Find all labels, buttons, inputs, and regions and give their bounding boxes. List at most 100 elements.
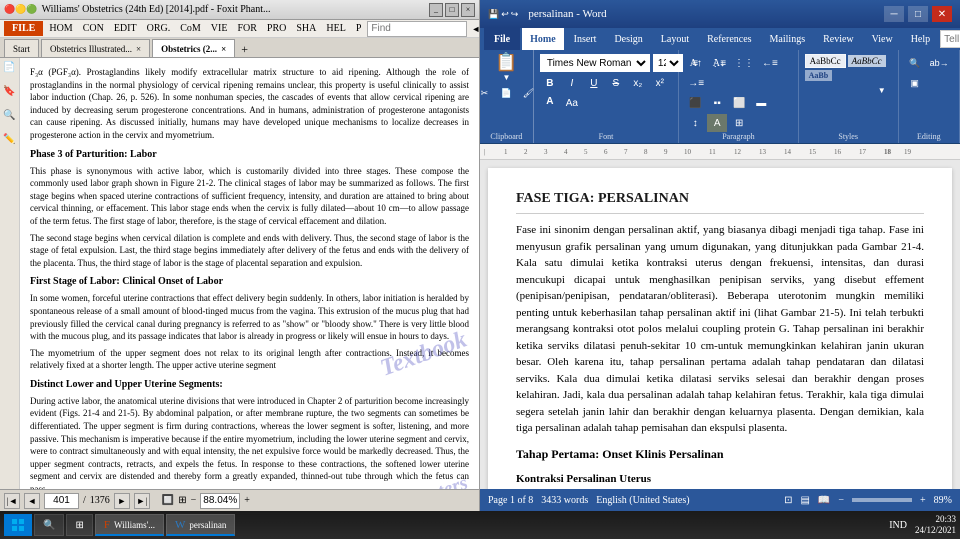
ribbon-view-tab[interactable]: View [864,28,901,50]
pdf-nav-prev[interactable]: ◄ [24,493,40,509]
taskbar-search[interactable]: 🔍 [34,514,64,536]
bullets-button[interactable]: ≡ [685,54,705,72]
align-right-btn[interactable]: ⬜ [729,94,749,112]
pdf-nav-first[interactable]: |◄ [4,493,20,509]
pdf-tab-obstetrics1-close[interactable]: × [136,44,141,54]
numbering-button[interactable]: ⋮≡ [707,54,729,72]
bold-button[interactable]: B [540,74,560,92]
highlight-btn[interactable]: Aa [562,94,582,112]
italic-button[interactable]: I [562,74,582,92]
shading-btn[interactable]: A [707,114,727,132]
underline-button[interactable]: U [584,74,604,92]
ribbon-insert-tab[interactable]: Insert [566,28,605,50]
pdf-menu-edit[interactable]: EDIT [110,23,141,34]
pdf-menu-con[interactable]: CON [79,23,108,34]
copy-button[interactable]: 📄 [496,84,516,102]
word-zoom-out-btn[interactable]: − [838,495,844,506]
pdf-menu-org[interactable]: ORG. [143,23,175,34]
tell-me-input[interactable] [940,30,960,48]
find-btn[interactable]: 🔍 [905,54,925,72]
cut-button[interactable]: ✂ [474,84,494,102]
pdf-menu-p[interactable]: P [352,23,366,34]
pdf-menu-for[interactable]: FOR [233,23,260,34]
pdf-page-input[interactable] [44,493,79,509]
strikethrough-button[interactable]: S [606,74,626,92]
select-btn[interactable]: ▣ [905,74,925,92]
pdf-close-btn[interactable]: × [461,3,475,17]
pdf-sidebar-icon-bookmark[interactable]: 🔖 [2,86,18,102]
pdf-sidebar-icon-search[interactable]: 🔍 [2,110,18,126]
pdf-zoom-in[interactable]: + [244,495,250,506]
word-maximize-btn[interactable]: □ [908,6,928,22]
taskbar-task-view[interactable]: ⊞ [66,514,92,536]
pdf-menu-hom[interactable]: HOM [45,23,76,34]
normal-style[interactable]: AaBbCc [805,54,846,68]
word-focus-btn[interactable]: ⊡ [784,495,792,506]
line-spacing-btn[interactable]: ↕ [685,114,705,132]
font-color-btn[interactable]: A [540,94,560,112]
pdf-menu-hel[interactable]: HEL [322,23,349,34]
decrease-indent-btn[interactable]: ←≡ [759,54,781,72]
paragraph-group: ≡ ⋮≡ ⋮⋮ ←≡ →≡ ⬛ ▪▪ ⬜ ▬ ↕ A ⊞ Paragraph [679,50,798,143]
pdf-tab-obstetrics2-close[interactable]: × [221,44,226,54]
pdf-maximize-btn[interactable]: □ [445,3,459,17]
styles-group: AaBbCc AaBbCc AaBb ▼ Styles [799,50,899,143]
pdf-menu-pro[interactable]: PRO [263,23,290,34]
pdf-search-prev[interactable]: ◄ [471,24,480,34]
pdf-zoom-out[interactable]: − [191,495,197,506]
word-zoom-in-btn[interactable]: + [920,495,926,506]
pdf-nav-next[interactable]: ► [114,493,130,509]
start-button[interactable] [4,514,32,536]
pdf-tab-obstetrics1[interactable]: Obstetrics Illustrated... × [41,39,150,57]
pdf-tab-obstetrics2[interactable]: Obstetrics (2... × [152,39,235,57]
pdf-fit-icon[interactable]: ⊞ [178,495,186,506]
justify-btn[interactable]: ▬ [751,94,771,112]
pdf-tab-start[interactable]: Start [4,39,39,57]
taskbar-foxit[interactable]: F Williams'... [95,514,164,536]
font-select[interactable]: Times New Roman [540,54,650,72]
ribbon-help-tab[interactable]: Help [903,28,938,50]
subscript-button[interactable]: x₂ [628,74,648,92]
ribbon-review-tab[interactable]: Review [815,28,862,50]
borders-btn[interactable]: ⊞ [729,114,749,132]
pdf-sidebar-icon-page[interactable]: 📄 [2,62,18,78]
superscript-button[interactable]: x² [650,74,670,92]
ribbon-design-tab[interactable]: Design [606,28,650,50]
word-quick-undo[interactable]: ↩ [501,9,509,20]
word-quick-redo[interactable]: ↪ [511,9,519,20]
word-window-controls[interactable]: ─ □ ✕ [884,6,952,22]
pdf-window-controls[interactable]: _ □ × [429,3,475,17]
replace-btn[interactable]: ab→ [927,54,952,72]
word-read-btn[interactable]: 📖 [818,495,830,506]
pdf-sidebar-icon-annot[interactable]: ✏️ [2,134,18,150]
multilevel-button[interactable]: ⋮⋮ [731,54,757,72]
pdf-new-tab[interactable]: + [241,42,248,57]
no-spacing-style[interactable]: AaBbCc [848,55,886,67]
pdf-menu-view[interactable]: VIE [207,23,232,34]
pdf-minimize-btn[interactable]: _ [429,3,443,17]
align-left-btn[interactable]: ⬛ [685,94,705,112]
paste-button[interactable]: 📋 [495,52,517,73]
taskbar-word[interactable]: W persalinan [166,514,235,536]
ribbon-home-tab[interactable]: Home [522,28,564,50]
word-quick-save[interactable]: 💾 [488,9,499,20]
pdf-menu-com[interactable]: CoM [176,23,205,34]
word-layout-btn[interactable]: ▤ [800,495,809,506]
word-zoom-slider[interactable] [852,498,912,502]
pdf-file-menu[interactable]: FILE [4,21,43,36]
ribbon-mailings-tab[interactable]: Mailings [762,28,814,50]
word-close-btn[interactable]: ✕ [932,6,952,22]
pdf-zoom-input[interactable] [200,493,240,509]
word-minimize-btn[interactable]: ─ [884,6,904,22]
ribbon-references-tab[interactable]: References [699,28,759,50]
align-center-btn[interactable]: ▪▪ [707,94,727,112]
heading1-style[interactable]: AaBb [805,70,833,81]
ribbon-layout-tab[interactable]: Layout [653,28,697,50]
pdf-view-icon[interactable]: 🔲 [162,495,174,506]
pdf-search-input[interactable] [367,21,467,37]
styles-expand-btn[interactable]: ▼ [872,81,892,99]
increase-indent-btn[interactable]: →≡ [685,74,707,92]
ribbon-file-tab[interactable]: File [484,28,520,50]
pdf-menu-sha[interactable]: SHA [292,23,320,34]
pdf-nav-last[interactable]: ►| [134,493,150,509]
